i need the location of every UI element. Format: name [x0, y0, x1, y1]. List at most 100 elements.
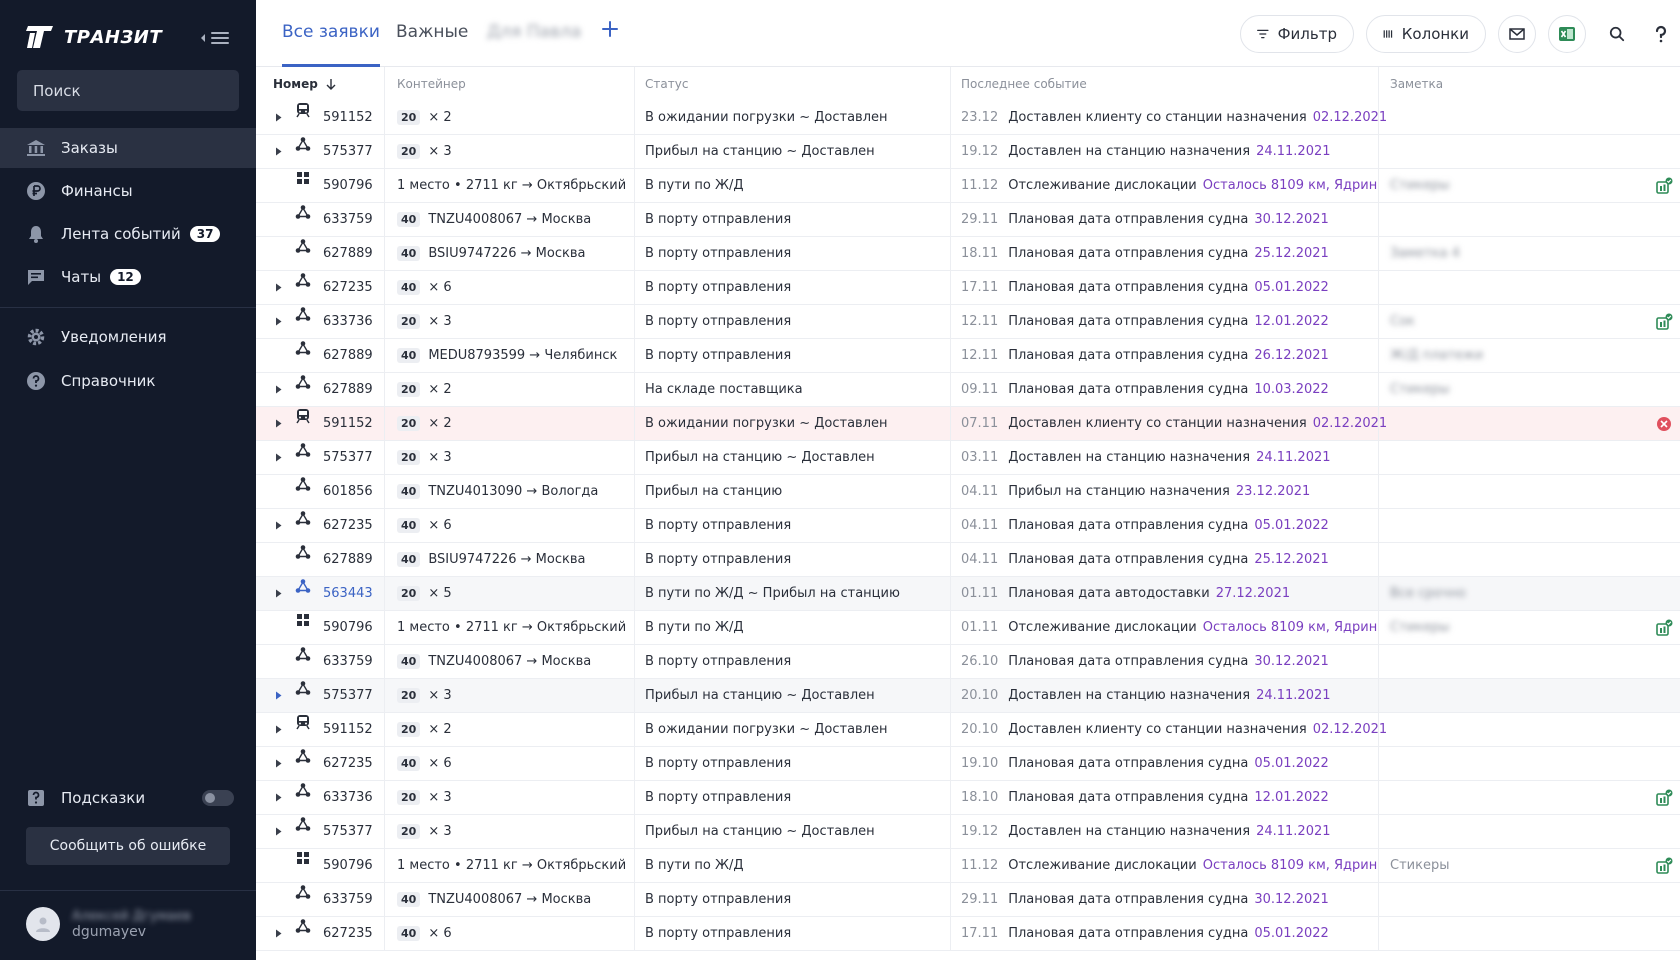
note-cell[interactable]: Заметка 4 — [1390, 237, 1460, 270]
order-number[interactable]: 633736 — [323, 781, 373, 814]
table-row[interactable]: 627235 40 × 6 В порту отправления 19.10 Плано… — [256, 747, 1680, 781]
report-chart-icon[interactable] — [1652, 611, 1676, 644]
expand-row-icon[interactable] — [275, 713, 285, 746]
table-row[interactable]: 575377 20 × 3 Прибыл на станцию ~ Доставлен… — [256, 441, 1680, 475]
column-note-header[interactable]: Заметка — [1390, 67, 1443, 101]
column-status-header[interactable]: Статус — [645, 67, 688, 101]
expand-row-icon[interactable] — [275, 509, 285, 542]
table-row[interactable]: 627889 40 BSIU9747226 → Москва В порту отпр… — [256, 543, 1680, 577]
search-button[interactable] — [1598, 15, 1636, 53]
table-row[interactable]: 633759 40 TNZU4008067 → Москва В порту отпр… — [256, 203, 1680, 237]
table-row[interactable]: 591152 20 × 2 В ожидании погрузки ~ Доставл… — [256, 713, 1680, 747]
order-number[interactable]: 591152 — [323, 713, 373, 746]
order-number[interactable]: 591152 — [323, 101, 373, 134]
order-number[interactable]: 633759 — [323, 203, 373, 236]
order-number[interactable]: 575377 — [323, 815, 373, 848]
table-row[interactable]: 633736 20 × 3 В порту отправления 18.10 Плано… — [256, 781, 1680, 815]
expand-row-icon[interactable] — [275, 441, 285, 474]
error-icon[interactable] — [1652, 407, 1676, 440]
order-number[interactable]: 627235 — [323, 747, 373, 780]
expand-row-icon[interactable] — [275, 135, 285, 168]
collapse-sidebar-button[interactable] — [196, 27, 236, 49]
tab-important[interactable]: Важные — [396, 22, 468, 67]
hints-toggle[interactable] — [202, 790, 234, 806]
order-number[interactable]: 590796 — [323, 849, 373, 882]
expand-row-icon[interactable] — [275, 781, 285, 814]
mail-button[interactable] — [1498, 15, 1536, 53]
order-number[interactable]: 627235 — [323, 271, 373, 304]
note-cell[interactable]: Ж/Д платежи — [1390, 339, 1483, 372]
table-row[interactable]: 627889 20 × 2 На складе поставщика 09.11 План… — [256, 373, 1680, 407]
table-row[interactable]: 627889 40 BSIU9747226 → Москва В порту отпр… — [256, 237, 1680, 271]
report-chart-icon[interactable] — [1652, 169, 1676, 202]
column-container-header[interactable]: Контейнер — [397, 67, 466, 101]
table-row[interactable]: 590796 1 место • 2711 кг → Октябрьский В п… — [256, 169, 1680, 203]
note-cell[interactable]: Сок — [1390, 305, 1415, 338]
tab-all-requests[interactable]: Все заявки — [282, 22, 380, 67]
report-chart-icon[interactable] — [1652, 305, 1676, 338]
note-cell[interactable]: Все срочно — [1390, 577, 1466, 610]
sidebar-item-events[interactable]: Лента событий 37 — [0, 214, 256, 254]
order-number[interactable]: 575377 — [323, 679, 373, 712]
expand-row-icon[interactable] — [275, 373, 285, 406]
expand-row-icon[interactable] — [275, 407, 285, 440]
search-input[interactable] — [33, 81, 227, 100]
table-row[interactable]: 633759 40 TNZU4008067 → Москва В порту отпр… — [256, 883, 1680, 917]
order-number[interactable]: 633736 — [323, 305, 373, 338]
table-row[interactable]: 601856 40 TNZU4013090 → Вологда Прибыл на с… — [256, 475, 1680, 509]
expand-row-icon[interactable] — [275, 101, 285, 134]
order-number[interactable]: 590796 — [323, 611, 373, 644]
filter-button[interactable]: Фильтр — [1240, 15, 1354, 53]
order-number[interactable]: 627889 — [323, 373, 373, 406]
table-row[interactable]: 627889 40 MEDU8793599 → Челябинск В порту о… — [256, 339, 1680, 373]
sidebar-item-chats[interactable]: Чаты 12 — [0, 257, 256, 297]
sidebar-item-orders[interactable]: Заказы — [0, 128, 256, 168]
order-number[interactable]: 590796 — [323, 169, 373, 202]
order-number[interactable]: 563443 — [323, 577, 373, 610]
table-row[interactable]: 627235 40 × 6 В порту отправления 04.11 Плано… — [256, 509, 1680, 543]
expand-row-icon[interactable] — [275, 747, 285, 780]
table-row[interactable]: 590796 1 место • 2711 кг → Октябрьский В п… — [256, 849, 1680, 883]
table-row[interactable]: 591152 20 × 2 В ожидании погрузки ~ Доставл… — [256, 407, 1680, 441]
order-number[interactable]: 627235 — [323, 509, 373, 542]
note-cell[interactable]: Стикеры — [1390, 849, 1449, 882]
table-row[interactable]: 591152 20 × 2 В ожидании погрузки ~ Доставл… — [256, 101, 1680, 135]
order-number[interactable]: 575377 — [323, 441, 373, 474]
sidebar-item-finance[interactable]: Финансы — [0, 171, 256, 211]
order-number[interactable]: 627889 — [323, 339, 373, 372]
order-number[interactable]: 627889 — [323, 237, 373, 270]
note-cell[interactable]: Стикеры — [1390, 373, 1449, 406]
app-logo[interactable]: ТРАНЗИТ — [25, 24, 162, 50]
expand-row-icon[interactable] — [275, 577, 285, 610]
table-row[interactable]: 575377 20 × 3 Прибыл на станцию ~ Доставлен… — [256, 815, 1680, 849]
note-cell[interactable]: Стикеры — [1390, 611, 1449, 644]
note-cell[interactable]: Стикеры — [1390, 169, 1449, 202]
column-last-event-header[interactable]: Последнее событие — [961, 67, 1087, 101]
report-error-button[interactable]: Сообщить об ошибке — [26, 827, 230, 865]
table-row[interactable]: 563443 20 × 5 В пути по Ж/Д ~ Прибыл на ста… — [256, 577, 1680, 611]
sidebar-item-reference[interactable]: Справочник — [0, 361, 256, 401]
tab-custom[interactable]: Для Павла — [487, 22, 581, 67]
sidebar-item-notifications[interactable]: Уведомления — [0, 317, 256, 357]
expand-row-icon[interactable] — [275, 679, 285, 712]
order-number[interactable]: 633759 — [323, 883, 373, 916]
table-row[interactable]: 590796 1 место • 2711 кг → Октябрьский В п… — [256, 611, 1680, 645]
table-row[interactable]: 633736 20 × 3 В порту отправления 12.11 Плано… — [256, 305, 1680, 339]
column-number-header[interactable]: Номер — [273, 67, 336, 101]
table-row[interactable]: 627235 40 × 6 В порту отправления 17.11 Плано… — [256, 917, 1680, 951]
table-row[interactable]: 633759 40 TNZU4008067 → Москва В порту отпр… — [256, 645, 1680, 679]
user-profile[interactable]: Алексей Дгумаев dgumayev — [26, 907, 191, 941]
expand-row-icon[interactable] — [275, 305, 285, 338]
order-number[interactable]: 627889 — [323, 543, 373, 576]
table-row[interactable]: 627235 40 × 6 В порту отправления 17.11 Плано… — [256, 271, 1680, 305]
order-number[interactable]: 633759 — [323, 645, 373, 678]
add-tab-button[interactable] — [601, 18, 619, 42]
export-excel-button[interactable] — [1548, 15, 1586, 53]
order-number[interactable]: 601856 — [323, 475, 373, 508]
expand-row-icon[interactable] — [275, 815, 285, 848]
order-number[interactable]: 591152 — [323, 407, 373, 440]
expand-row-icon[interactable] — [275, 917, 285, 950]
expand-row-icon[interactable] — [275, 271, 285, 304]
report-chart-icon[interactable] — [1652, 849, 1676, 882]
order-number[interactable]: 575377 — [323, 135, 373, 168]
